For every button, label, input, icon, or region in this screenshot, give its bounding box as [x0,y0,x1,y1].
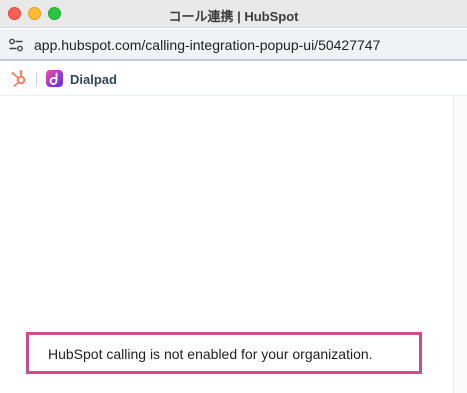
address-bar: app.hubspot.com/calling-integration-popu… [0,29,467,61]
scrollbar[interactable] [453,96,467,393]
calling-app-header: Dialpad [0,63,467,96]
error-message: HubSpot calling is not enabled for your … [48,346,373,362]
window-titlebar: コール連携 | HubSpot [0,0,467,28]
hubspot-sprocket-icon [11,70,26,87]
dialpad-logo-icon [46,70,63,87]
site-settings-icon[interactable] [8,37,24,53]
content-area: HubSpot calling is not enabled for your … [0,96,467,393]
error-notice: HubSpot calling is not enabled for your … [26,332,422,374]
url-field[interactable]: app.hubspot.com/calling-integration-popu… [34,37,380,53]
provider-name: Dialpad [70,72,117,87]
header-divider [36,72,37,87]
window-title: コール連携 | HubSpot [168,9,299,24]
